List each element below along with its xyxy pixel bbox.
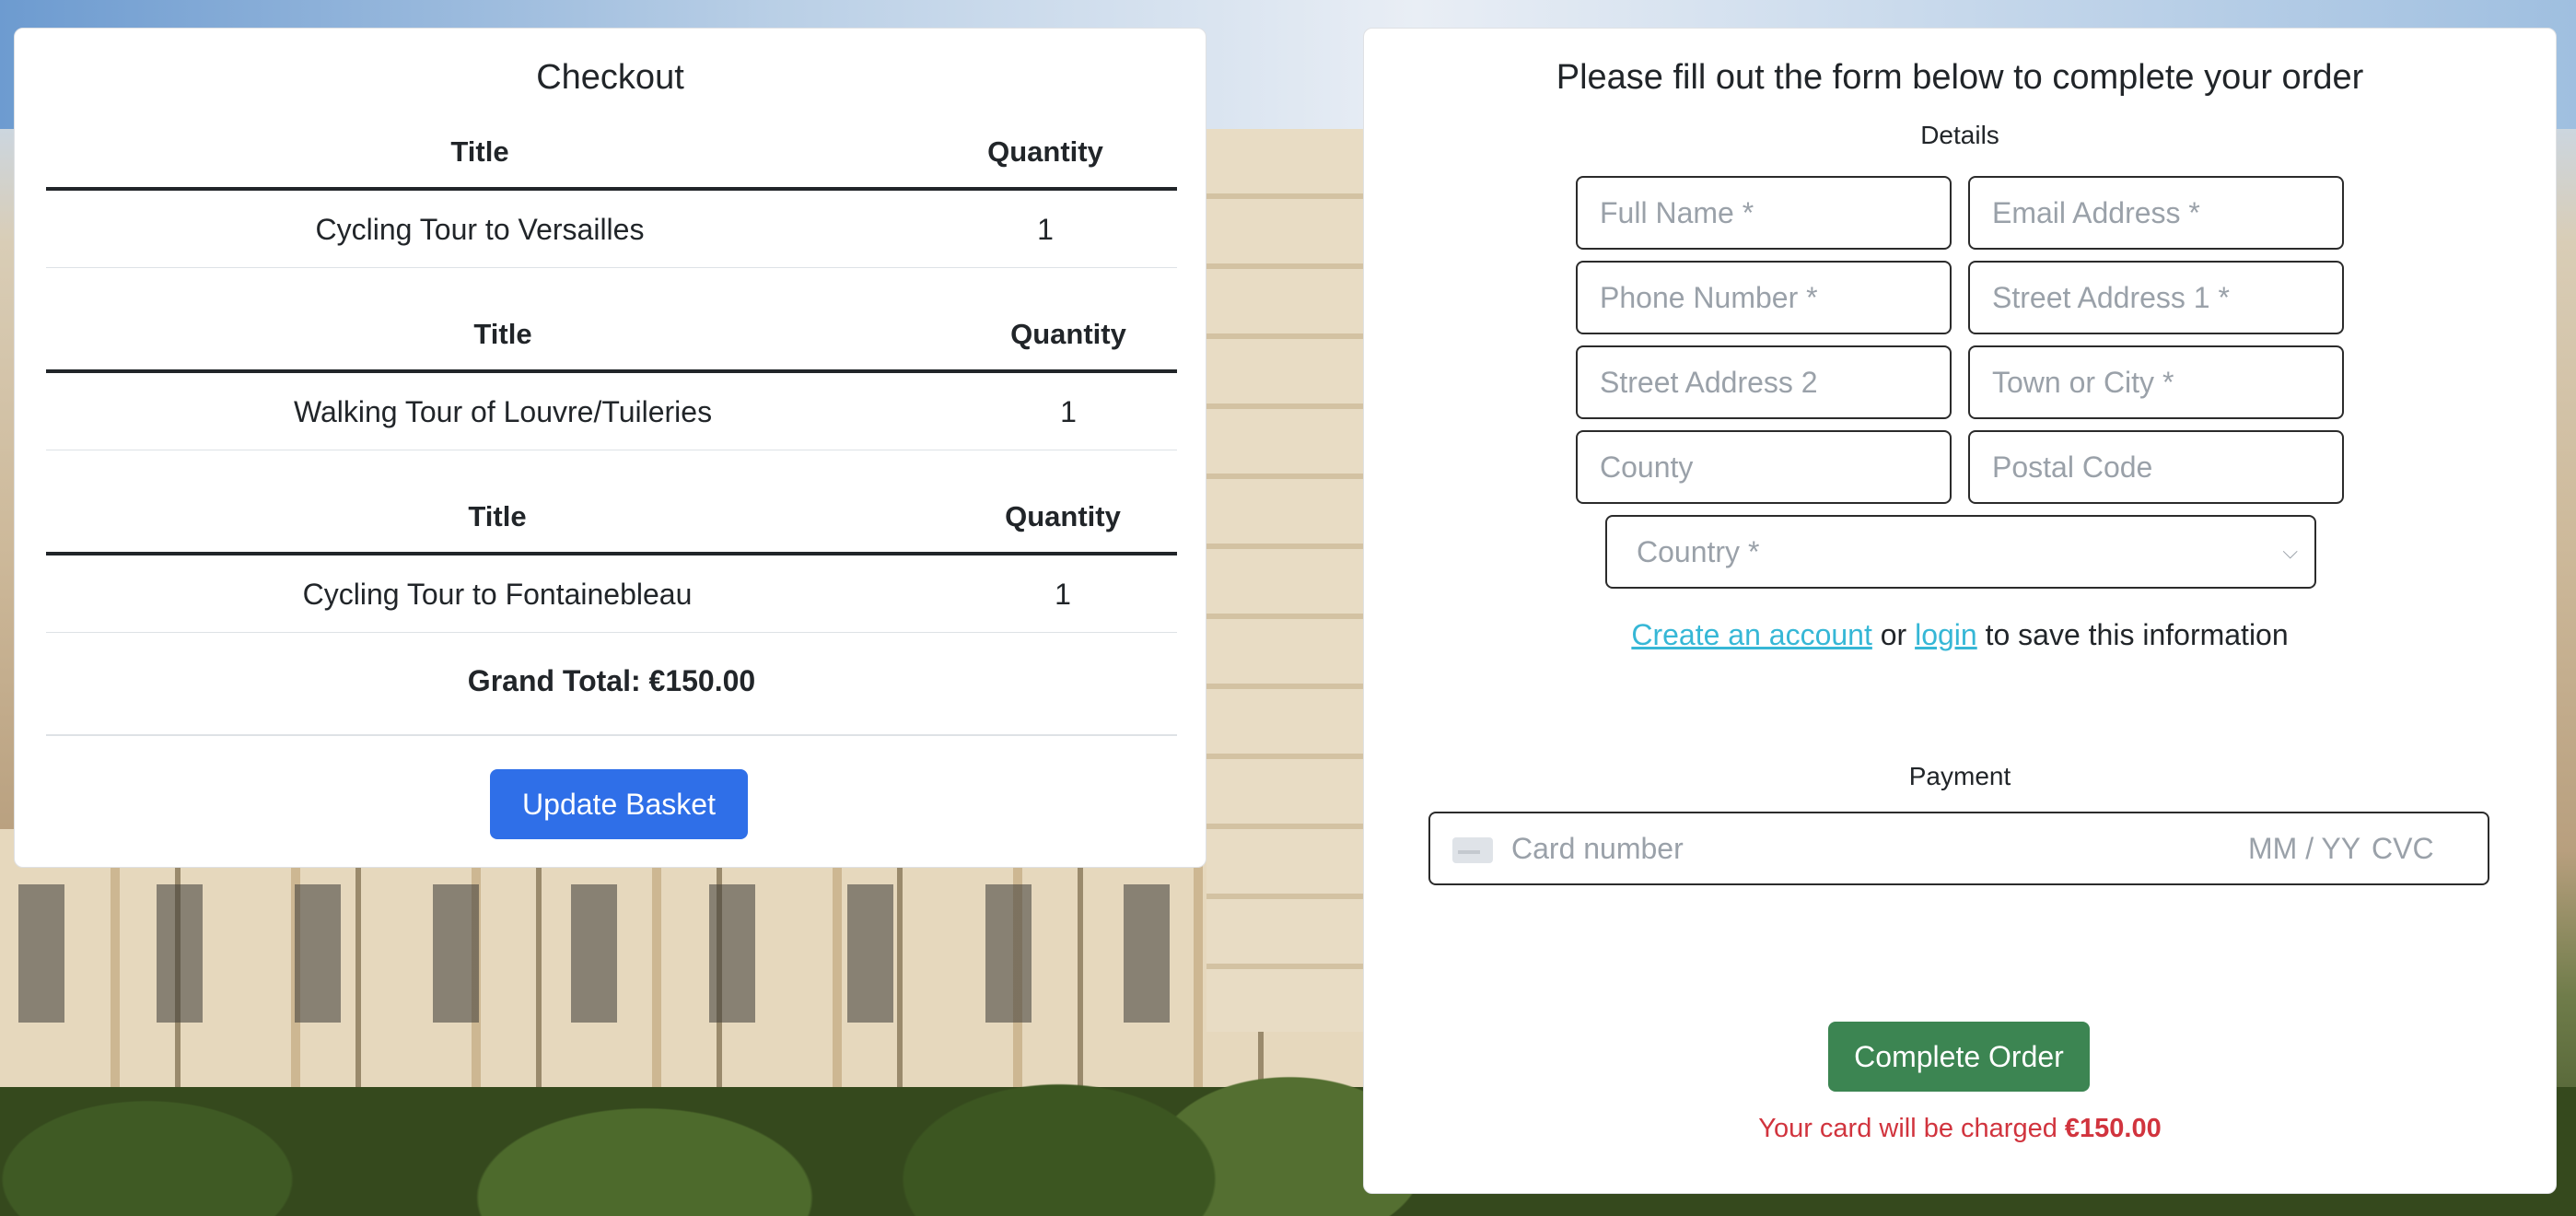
county-field[interactable] [1576,430,1952,504]
basket-row: Cycling Tour to Fontainebleau 1 [46,557,1177,633]
street-address-1-field[interactable] [1968,261,2344,334]
basket-table-header: Title Quantity [46,299,1177,373]
charge-text: Your card will be charged [1758,1114,2057,1143]
account-suffix-text: to save this information [1985,618,2289,651]
basket-row: Walking Tour of Louvre/Tuileries 1 [46,375,1177,450]
card-expiry-placeholder: MM / YY [2248,832,2361,865]
account-prompt: Create an account or login to save this … [1364,618,2556,652]
grand-total: Grand Total: €150.00 [46,633,1177,736]
column-header-quantity: Quantity [1010,318,1126,350]
item-quantity: 1 [1055,578,1071,611]
full-name-field[interactable] [1576,176,1952,250]
charge-amount: €150.00 [2064,1114,2162,1143]
street-address-2-field[interactable] [1576,345,1952,419]
phone-field[interactable] [1576,261,1952,334]
card-number-placeholder: Card number [1511,832,1684,865]
item-title: Cycling Tour to Versailles [315,213,645,246]
country-select-placeholder: Country * [1637,535,1760,568]
item-title: Walking Tour of Louvre/Tuileries [293,395,713,428]
column-header-title: Title [450,135,509,168]
background-building-tower [1206,129,1372,1032]
item-quantity: 1 [1037,213,1054,246]
column-header-quantity: Quantity [1005,500,1121,532]
chevron-down-icon: ⌵ [2282,540,2298,563]
credit-card-icon [1452,837,1493,863]
town-city-field[interactable] [1968,345,2344,419]
card-cvc-placeholder: CVC [2372,832,2434,865]
item-title: Cycling Tour to Fontainebleau [302,578,693,611]
login-link[interactable]: login [1915,618,1977,651]
column-header-quantity: Quantity [987,135,1103,168]
order-form-card: Please fill out the form below to comple… [1363,28,2557,1194]
basket-row: Cycling Tour to Versailles 1 [46,193,1177,268]
basket-table-header: Title Quantity [46,482,1177,555]
basket-table-header: Title Quantity [46,117,1177,191]
checkout-card: Checkout Title Quantity Cycling Tour to … [14,28,1206,868]
payment-label: Payment [1908,762,2011,790]
country-select[interactable]: Country * ⌵ [1605,515,2316,589]
column-header-title: Title [473,318,532,350]
charge-notice: Your card will be charged €150.00 [1364,1114,2556,1144]
email-field[interactable] [1968,176,2344,250]
card-input[interactable]: Card number MM / YY CVC [1428,812,2489,885]
update-basket-button[interactable]: Update Basket [490,769,748,839]
column-header-title: Title [468,500,527,532]
complete-order-button[interactable]: Complete Order [1828,1022,2090,1092]
account-or-text: or [1880,618,1907,651]
order-form-title: Please fill out the form below to comple… [1556,58,2364,97]
postal-code-field[interactable] [1968,430,2344,504]
item-quantity: 1 [1060,395,1077,428]
details-label: Details [1920,121,1999,149]
checkout-title: Checkout [536,58,684,97]
create-account-link[interactable]: Create an account [1631,618,1872,651]
